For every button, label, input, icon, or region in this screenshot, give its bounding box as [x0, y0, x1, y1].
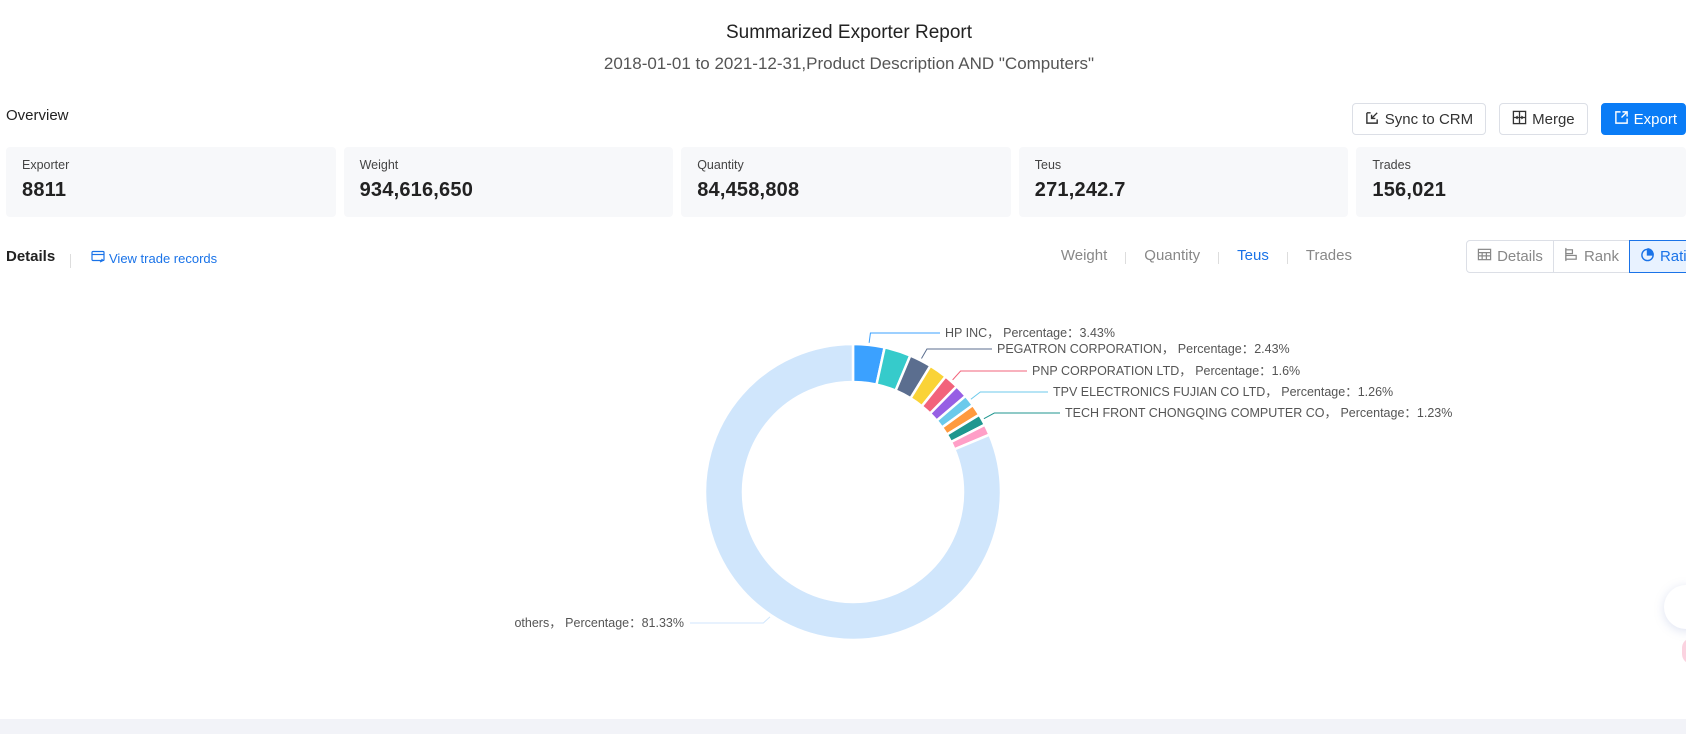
merge-icon	[1512, 110, 1527, 129]
view-rank-label: Rank	[1583, 248, 1619, 265]
view-toggle: Details Rank Ratio	[1466, 240, 1686, 273]
tab-weight[interactable]: Weight	[1057, 247, 1111, 264]
stat-label: Quantity	[697, 158, 744, 172]
sync-to-crm-button[interactable]: Sync to CRM	[1351, 103, 1487, 135]
label-leader-line	[970, 391, 1048, 400]
view-ratio-button[interactable]: Ratio	[1628, 240, 1686, 273]
sync-to-crm-label: Sync to CRM	[1384, 110, 1474, 128]
tab-quantity[interactable]: Quantity	[1140, 247, 1204, 264]
stat-label: Exporter	[22, 158, 70, 172]
divider	[1218, 251, 1220, 264]
overview-toolbar: Sync to CRM Merge Export	[1351, 103, 1686, 135]
label-leader-line	[983, 412, 1060, 420]
view-details-label: Details	[1497, 248, 1543, 265]
stat-card-teus: Teus 271,242.7	[1018, 147, 1349, 217]
stat-value: 934,616,650	[359, 179, 474, 201]
label-leader-line	[868, 332, 940, 343]
merge-button[interactable]: Merge	[1499, 103, 1588, 135]
stat-card-trades: Trades 156,021	[1356, 147, 1686, 217]
stat-card-weight: Weight 934,616,650	[343, 147, 674, 217]
export-label: Export	[1633, 110, 1677, 128]
overview-cards: Exporter 8811 Weight 934,616,650 Quantit…	[6, 147, 1686, 217]
view-ratio-label: Ratio	[1659, 248, 1686, 265]
table-icon	[1477, 247, 1492, 266]
report-title: Summarized Exporter Report	[725, 22, 973, 43]
slice-label: others， Percentage：81.33%	[514, 616, 684, 630]
export-icon	[1614, 110, 1629, 129]
report-subtitle: 2018-01-01 to 2021-12-31,Product Descrip…	[603, 54, 1095, 73]
stat-value: 271,242.7	[1034, 179, 1126, 201]
stat-label: Teus	[1034, 158, 1062, 172]
export-button[interactable]: Export	[1600, 103, 1686, 135]
slice-label: TECH FRONT CHONGQING COMPUTER CO， Percen…	[1065, 406, 1452, 420]
divider	[1286, 251, 1288, 264]
stat-value: 84,458,808	[697, 179, 800, 201]
details-heading: Details	[6, 248, 56, 265]
view-trade-records-link[interactable]: View trade records	[91, 250, 217, 266]
label-leader-line	[952, 370, 1027, 381]
stat-card-quantity: Quantity 84,458,808	[681, 147, 1011, 217]
slice-label: PNP CORPORATION LTD， Percentage：1.6%	[1032, 364, 1300, 378]
merge-label: Merge	[1532, 110, 1575, 128]
donut-chart: HP INC， Percentage：3.43% PEGATRON CORPORA…	[514, 326, 1452, 642]
ratio-chart: HP INC， Percentage：3.43% PEGATRON CORPORA…	[0, 290, 1686, 710]
stat-label: Weight	[359, 158, 399, 172]
label-leader-line	[690, 616, 771, 624]
overview-heading: Overview	[6, 107, 69, 124]
stat-value: 8811	[22, 179, 67, 201]
slice-label: TPV ELECTRONICS FUJIAN CO LTD， Percentag…	[1053, 385, 1393, 399]
slice-label: PEGATRON CORPORATION， Percentage：2.43%	[997, 342, 1290, 356]
view-trade-records-label: View trade records	[109, 250, 218, 266]
records-icon	[91, 250, 105, 266]
tab-trades[interactable]: Trades	[1302, 247, 1356, 264]
stat-card-exporter: Exporter 8811	[6, 147, 336, 217]
view-rank-button[interactable]: Rank	[1552, 240, 1630, 273]
details-header: Details View trade records Weight Quanti…	[6, 240, 1686, 276]
slice-label: HP INC， Percentage：3.43%	[945, 326, 1115, 340]
tab-teus[interactable]: Teus	[1233, 247, 1273, 264]
bar-rank-icon	[1564, 247, 1579, 266]
view-details-button[interactable]: Details	[1466, 240, 1554, 273]
divider	[1125, 251, 1127, 264]
stat-label: Trades	[1372, 158, 1411, 172]
footer-band	[0, 719, 1686, 734]
sync-icon	[1365, 110, 1380, 129]
metric-tabs: Weight Quantity Teus Trades	[1057, 247, 1356, 264]
pie-icon	[1640, 247, 1655, 266]
stat-value: 156,021	[1372, 179, 1447, 201]
divider	[70, 254, 71, 268]
label-leader-line	[921, 348, 992, 359]
